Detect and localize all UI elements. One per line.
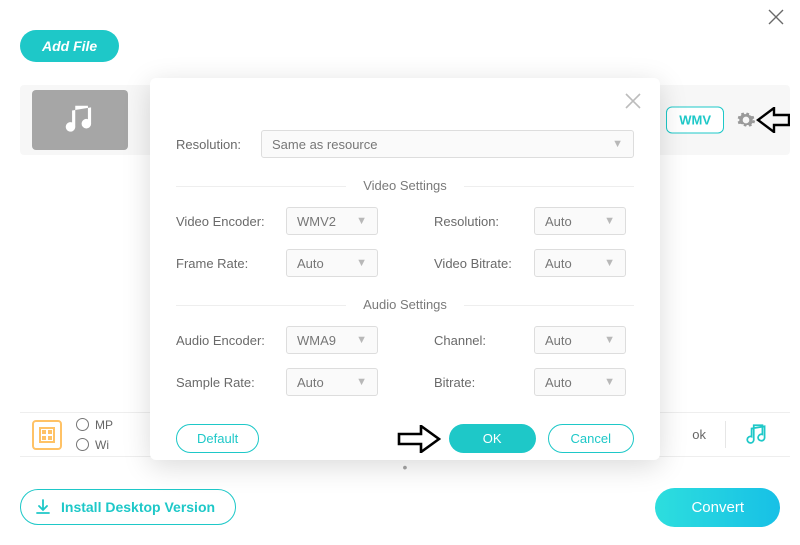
default-button[interactable]: Default (176, 424, 259, 453)
modal-close-button[interactable] (624, 92, 642, 110)
select-value: Auto (545, 256, 572, 271)
video-settings-heading: Video Settings (176, 178, 634, 193)
video-bitrate-label: Video Bitrate: (434, 256, 524, 271)
radio-label: Wi (95, 438, 109, 452)
audio-bitrate-select[interactable]: Auto ▼ (534, 368, 626, 396)
file-thumbnail (32, 90, 128, 150)
channel-select[interactable]: Auto ▼ (534, 326, 626, 354)
format-badge[interactable]: WMV (666, 107, 724, 134)
ok-button[interactable]: OK (449, 424, 536, 453)
chevron-down-icon: ▼ (604, 334, 615, 346)
video-encoder-select[interactable]: WMV2 ▼ (286, 207, 378, 235)
resolution-label: Resolution: (176, 137, 261, 152)
radio-label: MP (95, 418, 113, 432)
select-value: Auto (297, 375, 324, 390)
chevron-down-icon: ▼ (356, 334, 367, 346)
convert-button[interactable]: Convert (655, 488, 780, 527)
video-encoder-label: Video Encoder: (176, 214, 276, 229)
hint-text: ok (692, 427, 706, 442)
add-file-button[interactable]: Add File (20, 30, 119, 62)
select-value: Same as resource (272, 137, 378, 152)
pointer-arrow-annotation (397, 425, 441, 453)
chevron-down-icon: ▼ (612, 138, 623, 150)
chevron-down-icon: ▼ (356, 257, 367, 269)
select-value: Auto (545, 333, 572, 348)
select-value: WMA9 (297, 333, 336, 348)
frame-rate-select[interactable]: Auto ▼ (286, 249, 378, 277)
audio-bitrate-label: Bitrate: (434, 375, 524, 390)
audio-encoder-label: Audio Encoder: (176, 333, 276, 348)
sample-rate-label: Sample Rate: (176, 375, 276, 390)
music-note-icon (61, 101, 99, 139)
format-radio-1[interactable]: MP (76, 418, 113, 432)
channel-label: Channel: (434, 333, 524, 348)
install-desktop-button[interactable]: Install Desktop Version (20, 489, 236, 525)
cancel-button[interactable]: Cancel (548, 424, 634, 453)
resolution-select[interactable]: Same as resource ▼ (261, 130, 634, 158)
sample-rate-select[interactable]: Auto ▼ (286, 368, 378, 396)
video-bitrate-select[interactable]: Auto ▼ (534, 249, 626, 277)
chevron-down-icon: ▼ (356, 215, 367, 227)
audio-encoder-select[interactable]: WMA9 ▼ (286, 326, 378, 354)
settings-gear-button[interactable] (736, 110, 756, 130)
select-value: Auto (545, 375, 572, 390)
pager-dot: • (176, 459, 634, 475)
audio-settings-heading: Audio Settings (176, 297, 634, 312)
divider (725, 421, 726, 448)
chevron-down-icon: ▼ (604, 215, 615, 227)
audio-format-icon[interactable] (744, 422, 770, 448)
chevron-down-icon: ▼ (356, 376, 367, 388)
video-resolution-select[interactable]: Auto ▼ (534, 207, 626, 235)
video-resolution-label: Resolution: (434, 214, 524, 229)
chevron-down-icon: ▼ (604, 376, 615, 388)
gear-icon (736, 110, 756, 130)
select-value: Auto (297, 256, 324, 271)
chevron-down-icon: ▼ (604, 257, 615, 269)
video-format-icon (32, 420, 62, 450)
select-value: Auto (545, 214, 572, 229)
footer: Install Desktop Version Convert (20, 487, 780, 527)
close-icon[interactable] (767, 8, 785, 26)
frame-rate-label: Frame Rate: (176, 256, 276, 271)
settings-modal: Resolution: Same as resource ▼ Video Set… (150, 78, 660, 460)
install-label: Install Desktop Version (61, 499, 215, 515)
select-value: WMV2 (297, 214, 336, 229)
format-radio-2[interactable]: Wi (76, 438, 113, 452)
download-icon (35, 499, 51, 515)
pointer-arrow-annotation (756, 107, 790, 133)
